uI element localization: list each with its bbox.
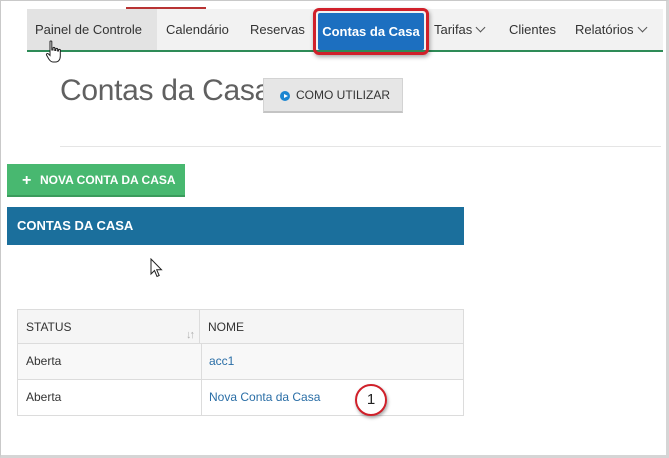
nav-item-label: Reservas <box>250 22 305 37</box>
nav-item-label: Tarifas <box>434 22 473 37</box>
chevron-down-icon <box>475 22 486 33</box>
header-divider <box>60 146 661 147</box>
table-row: Aberta acc1 <box>17 344 464 380</box>
arrow-cursor-icon <box>150 258 163 278</box>
nav-item-label: Contas da Casa <box>322 24 420 39</box>
panel-title: CONTAS DA CASA <box>17 218 134 233</box>
status-cell: Aberta <box>26 354 62 368</box>
column-header-label: STATUS <box>26 320 72 334</box>
nav-item-calendario[interactable]: Calendário <box>166 9 229 50</box>
status-cell: Aberta <box>26 390 62 404</box>
account-name-link[interactable]: Nova Conta da Casa <box>209 380 320 415</box>
chevron-down-icon <box>637 22 647 33</box>
nav-item-label: Painel de Controle <box>35 22 142 37</box>
cell-divider <box>201 344 202 379</box>
nav-item-label: Clientes <box>509 22 556 37</box>
column-header-label: NOME <box>208 320 244 334</box>
cell-divider <box>201 380 202 415</box>
plus-icon: + <box>22 172 32 189</box>
account-name-link[interactable]: acc1 <box>209 344 234 379</box>
play-icon <box>280 91 290 101</box>
nav-item-label: Relatórios <box>575 22 634 37</box>
new-account-button[interactable]: + NOVA CONTA DA CASA <box>7 164 185 197</box>
nav-item-reservas[interactable]: Reservas <box>250 9 305 50</box>
table-row: Aberta Nova Conta da Casa <box>17 380 464 416</box>
nav-item-contas-da-casa[interactable]: Contas da Casa <box>318 13 424 50</box>
new-account-label: NOVA CONTA DA CASA <box>40 173 176 187</box>
hand-cursor-icon <box>45 40 61 63</box>
nav-item-clientes[interactable]: Clientes <box>509 9 556 50</box>
nav-item-relatorios[interactable]: Relatórios <box>575 9 647 50</box>
column-header-status[interactable]: STATUS ↓↑ <box>17 309 200 344</box>
page-title: Contas da Casa <box>60 74 271 107</box>
nav-item-label: Calendário <box>166 22 229 37</box>
how-to-use-label: COMO UTILIZAR <box>296 88 391 102</box>
column-header-nome[interactable]: NOME <box>200 309 464 344</box>
nav-item-tarifas[interactable]: Tarifas <box>434 9 486 50</box>
step-callout: 1 <box>355 384 387 416</box>
how-to-use-button[interactable]: COMO UTILIZAR <box>263 78 403 113</box>
panel-header: CONTAS DA CASA <box>7 207 464 245</box>
